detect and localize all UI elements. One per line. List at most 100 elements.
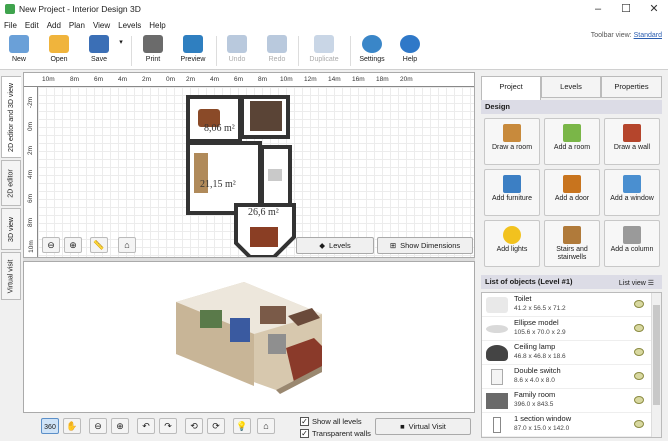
scroll-thumb[interactable] [653, 305, 660, 405]
home-3d-button[interactable]: ⌂ [257, 418, 275, 434]
tab-levels[interactable]: Levels [541, 76, 601, 98]
home-button[interactable]: ⌂ [118, 237, 136, 253]
ceiling-lamp-icon [486, 345, 508, 361]
tab-virtual-visit[interactable]: Virtual visit [1, 252, 21, 300]
add-furniture-button[interactable]: Add furniture [484, 169, 540, 216]
checkbox-checked-icon: ✓ [300, 417, 309, 426]
right-panel: Project Levels Properties Design Draw a … [477, 72, 668, 441]
zoom-out-3d-button[interactable]: ⊖ [89, 418, 107, 434]
menu-edit[interactable]: Edit [25, 21, 39, 30]
door-icon [563, 175, 581, 193]
list-item[interactable]: Ellipse model 105.6 x 70.0 x 2.9 [482, 317, 652, 341]
toolbar-view: Toolbar view: Standard [590, 32, 662, 39]
list-item[interactable]: Family room 396.0 x 843.5 [482, 389, 652, 413]
zoom-in-button[interactable]: ⊕ [64, 237, 82, 253]
show-all-levels-checkbox[interactable]: ✓ Show all levels [300, 417, 362, 426]
floor-plan[interactable]: 8,06 m² 21,15 m² 26,6 m² [38, 87, 475, 258]
lighting-button[interactable]: 💡 [233, 418, 251, 434]
stairs-icon [563, 226, 581, 244]
list-view-toggle[interactable]: List view ☰ [619, 277, 654, 291]
house-3d-model[interactable] [24, 262, 475, 413]
menu-help[interactable]: Help [149, 21, 165, 30]
settings-button[interactable]: Settings [356, 34, 388, 68]
tilt-up-button[interactable]: ⟲ [185, 418, 203, 434]
draw-wall-button[interactable]: Draw a wall [604, 118, 660, 165]
virtual-visit-button[interactable]: ■ Virtual Visit [375, 418, 471, 435]
tilt-down-button[interactable]: ⟳ [207, 418, 225, 434]
print-button[interactable]: Print [138, 34, 168, 68]
window-title: New Project - Interior Design 3D [19, 4, 141, 14]
list-item[interactable]: Toilet 41.2 x 56.5 x 71.2 [482, 293, 652, 317]
visibility-eye-icon[interactable] [634, 348, 644, 356]
add-room-icon [563, 124, 581, 142]
menu-levels[interactable]: Levels [118, 21, 141, 30]
measure-button[interactable]: 📏 [90, 237, 108, 253]
menu-file[interactable]: File [4, 21, 17, 30]
save-button[interactable]: Save [84, 34, 114, 68]
rotate-right-button[interactable]: ↷ [159, 418, 177, 434]
visibility-eye-icon[interactable] [634, 396, 644, 404]
show-dimensions-button[interactable]: ⊞ Show Dimensions [377, 237, 473, 254]
tab-project[interactable]: Project [481, 76, 541, 100]
orbit-360-button[interactable]: 360 [41, 418, 59, 434]
add-window-button[interactable]: Add a window [604, 169, 660, 216]
dimensions-icon: ⊞ [389, 241, 397, 250]
menu-view[interactable]: View [93, 21, 110, 30]
visibility-eye-icon[interactable] [634, 372, 644, 380]
add-room-button[interactable]: Add a room [544, 118, 600, 165]
objects-list[interactable]: Toilet 41.2 x 56.5 x 71.2 Ellipse model 10… [481, 292, 662, 438]
monitor-icon [183, 35, 203, 53]
tab-3d-view[interactable]: 3D view [1, 208, 21, 250]
list-item[interactable]: 1 section window 87.0 x 15.0 x 142.0 [482, 413, 652, 437]
video-camera-icon: ■ [400, 422, 405, 431]
add-column-button[interactable]: Add a column [604, 220, 660, 267]
visibility-eye-icon[interactable] [634, 420, 644, 428]
tab-2d-3d[interactable]: 2D editor and 3D view [1, 76, 21, 158]
light-bulb-icon [503, 226, 521, 244]
undo-button[interactable]: Undo [222, 34, 252, 68]
menu-add[interactable]: Add [47, 21, 61, 30]
redo-icon [267, 35, 287, 53]
zoom-out-icon: ⊖ [94, 421, 102, 431]
zoom-in-3d-button[interactable]: ⊕ [111, 418, 129, 434]
menu-plan[interactable]: Plan [69, 21, 85, 30]
minimize-button[interactable]: – [584, 0, 612, 18]
visibility-eye-icon[interactable] [634, 300, 644, 308]
stairs-button[interactable]: Stairs and stairwells [544, 220, 600, 267]
pan-button[interactable]: ✋ [63, 418, 81, 434]
new-button[interactable]: New [4, 34, 34, 68]
title-bar: New Project - Interior Design 3D – ☐ ✕ [0, 0, 668, 18]
add-door-button[interactable]: Add a door [544, 169, 600, 216]
light-bulb-icon: 💡 [236, 421, 248, 431]
rotate-left-button[interactable]: ↶ [137, 418, 155, 434]
redo-button[interactable]: Redo [262, 34, 292, 68]
close-button[interactable]: ✕ [640, 0, 668, 18]
preview-button[interactable]: Preview [176, 34, 210, 68]
duplicate-button[interactable]: Duplicate [304, 34, 344, 68]
maximize-button[interactable]: ☐ [612, 0, 640, 18]
brick-wall-icon [623, 124, 641, 142]
zoom-in-icon: ⊕ [116, 421, 124, 431]
save-dropdown-arrow[interactable]: ▾ [116, 34, 126, 68]
help-button[interactable]: Help [396, 34, 424, 68]
draw-room-button[interactable]: Draw a room [484, 118, 540, 165]
view-3d[interactable] [23, 261, 475, 413]
vertical-ruler: -2m 0m 2m 4m 6m 8m 10m [24, 87, 38, 257]
gear-icon [362, 35, 382, 53]
transparent-walls-checkbox[interactable]: ✓ Transparent walls [300, 429, 371, 438]
levels-button[interactable]: ◆ Levels [296, 237, 374, 254]
main-toolbar: New Open Save ▾ Print Preview Undo Redo … [0, 32, 668, 70]
visibility-eye-icon[interactable] [634, 324, 644, 332]
duplicate-icon [314, 35, 334, 53]
list-item[interactable]: Ceiling lamp 46.8 x 46.8 x 18.6 [482, 341, 652, 365]
add-lights-button[interactable]: Add lights [484, 220, 540, 267]
list-scrollbar[interactable] [651, 293, 661, 437]
zoom-out-button[interactable]: ⊖ [42, 237, 60, 253]
plan-2d-editor[interactable]: 10m 8m 6m 4m 2m 0m 2m 4m 6m 8m 10m 12m 1… [23, 72, 475, 258]
list-item[interactable]: Double switch 8.6 x 4.0 x 8.0 [482, 365, 652, 389]
tab-properties[interactable]: Properties [601, 76, 662, 98]
open-button[interactable]: Open [44, 34, 74, 68]
objects-section-title: List of objects (Level #1) List view ☰ [481, 275, 662, 289]
tab-2d-editor[interactable]: 2D editor [1, 160, 21, 206]
toolbar-view-link[interactable]: Standard [634, 32, 662, 39]
